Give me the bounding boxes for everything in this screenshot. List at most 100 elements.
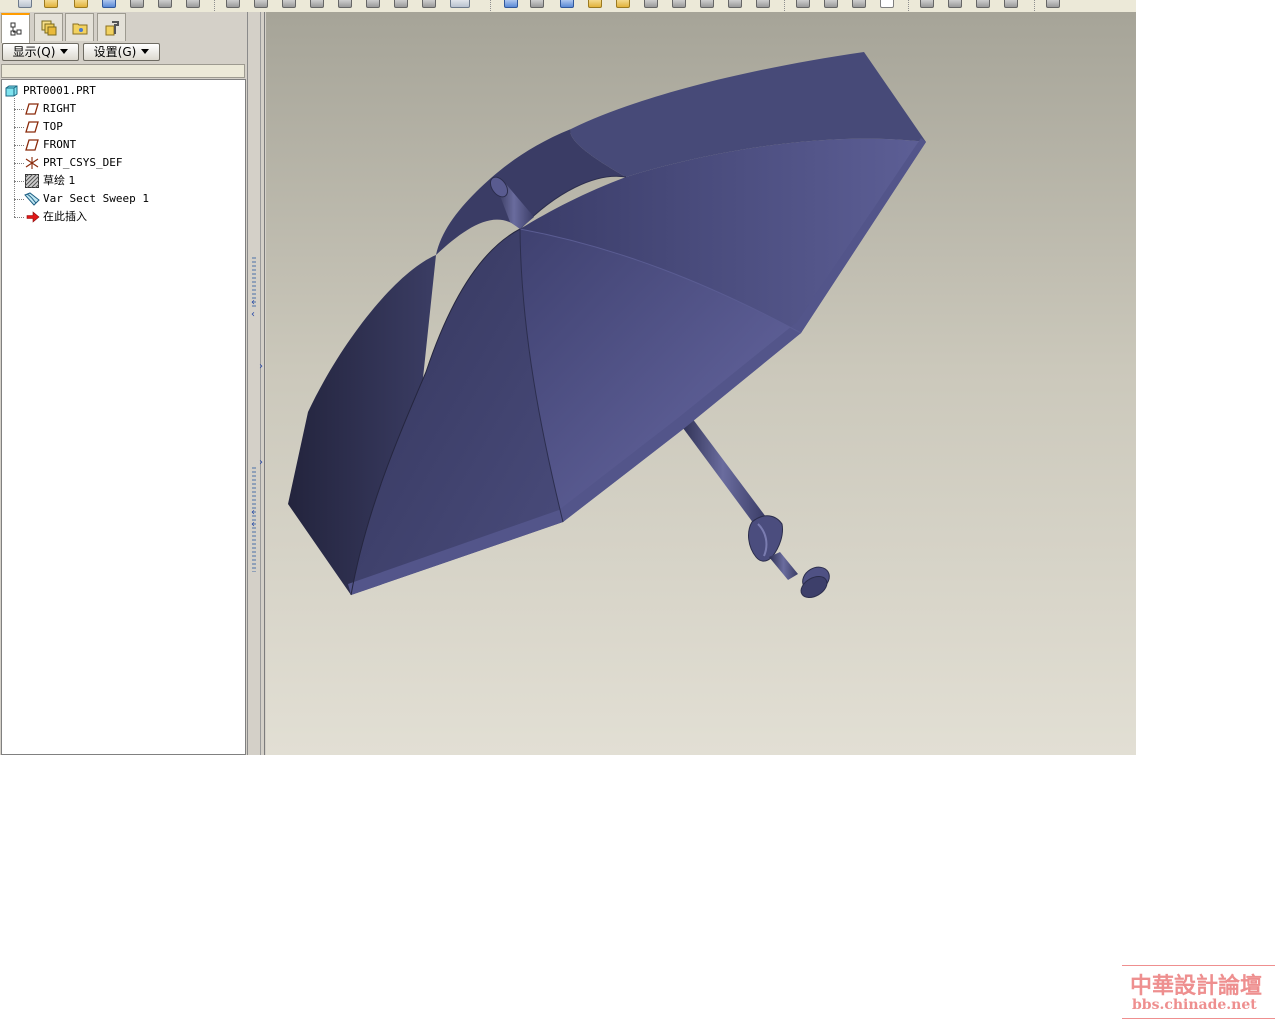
splitter-edge — [264, 12, 265, 755]
toolbar-separator — [1034, 0, 1036, 11]
shading-icon[interactable] — [880, 0, 894, 8]
toolbar-separator — [908, 0, 910, 11]
layers-icon — [41, 20, 57, 36]
tree-item-front[interactable]: FRONT — [2, 137, 242, 153]
saved-views-icon[interactable] — [700, 0, 714, 8]
tree-header-bar — [1, 64, 245, 78]
umbrella-canopy[interactable] — [288, 52, 926, 596]
tools-icon — [105, 21, 119, 36]
datum-planes-toggle-icon[interactable] — [920, 0, 934, 8]
regenerate-icon[interactable] — [158, 0, 172, 8]
tree-item-label: RIGHT — [43, 102, 77, 115]
proe-application-window: 显示(Q) 设置(G) PRT0001.PRT RIGHT TOP FRONT … — [0, 0, 1136, 755]
copy-icon[interactable] — [310, 0, 324, 8]
watermark-title: 中華設計論壇 — [1130, 974, 1263, 999]
folder-icon — [72, 23, 88, 35]
tree-item-label: 在此插入 — [43, 210, 87, 223]
dropdown-arrow-icon — [60, 49, 69, 54]
splitter-edge — [260, 12, 261, 755]
folder-browser-tab[interactable] — [65, 13, 94, 41]
var-sect-sweep-icon — [24, 192, 40, 206]
find-icon[interactable] — [394, 0, 408, 8]
collapse-left-icon[interactable]: ‹ — [251, 520, 255, 530]
csys-toggle-icon[interactable] — [1004, 0, 1018, 8]
link-icon[interactable] — [186, 0, 200, 8]
reorient-icon[interactable] — [672, 0, 686, 8]
settings-menu-button[interactable]: 设置(G) — [83, 43, 160, 61]
open-file-icon[interactable] — [44, 0, 58, 8]
toolbar-separator — [490, 0, 492, 11]
watermark-border — [1122, 965, 1275, 966]
view-manager-icon[interactable] — [756, 0, 770, 8]
tree-item-label: 草绘 1 — [43, 174, 76, 187]
favorites-tab[interactable] — [97, 13, 126, 41]
tree-item-label: PRT_CSYS_DEF — [43, 156, 123, 169]
part-icon — [5, 85, 18, 97]
watermark-url: bbs.chinade.net — [1132, 997, 1257, 1013]
collapse-left-icon[interactable]: ‹ — [251, 310, 255, 320]
tree-item-sketch-1[interactable]: 草绘 1 — [2, 173, 242, 189]
toolbar-separator — [214, 0, 216, 11]
zoom-in-icon[interactable] — [588, 0, 602, 8]
toolbar-separator — [784, 0, 786, 11]
model-tree-tab[interactable] — [1, 13, 30, 43]
tree-item-label: PRT0001.PRT — [23, 84, 96, 97]
hidden-line-icon[interactable] — [824, 0, 838, 8]
save-icon[interactable] — [74, 0, 88, 8]
new-file-icon[interactable] — [18, 0, 32, 8]
paste-special-icon[interactable] — [366, 0, 380, 8]
show-menu-label: 显示(Q) — [12, 45, 56, 59]
layers-toolbar-icon[interactable] — [728, 0, 742, 8]
datum-plane-icon — [25, 121, 39, 133]
layer-tab[interactable] — [34, 13, 63, 41]
paste-icon[interactable] — [338, 0, 352, 8]
refit-icon[interactable] — [644, 0, 658, 8]
umbrella-3d-model[interactable] — [266, 12, 1136, 755]
dropdown-arrow-icon — [141, 49, 150, 54]
navigator-panel: 显示(Q) 设置(G) PRT0001.PRT RIGHT TOP FRONT … — [0, 12, 247, 755]
tree-item-label: TOP — [43, 120, 63, 133]
datum-plane-icon — [25, 103, 39, 115]
tree-item-prt0001[interactable]: PRT0001.PRT — [2, 83, 242, 99]
expand-right-icon[interactable]: › — [259, 362, 263, 372]
tree-item-prt-csys-def[interactable]: PRT_CSYS_DEF — [2, 155, 242, 171]
datum-points-toggle-icon[interactable] — [976, 0, 990, 8]
show-menu-button[interactable]: 显示(Q) — [2, 43, 79, 61]
tree-item-label: Var Sect Sweep 1 — [43, 192, 149, 205]
spin-center-icon[interactable] — [530, 0, 544, 8]
context-help-icon[interactable] — [1046, 0, 1060, 8]
model-tree[interactable]: PRT0001.PRT RIGHT TOP FRONT PRT_CSYS_DEF… — [1, 79, 246, 755]
select-box-icon[interactable] — [450, 0, 470, 8]
collapse-left-icon[interactable]: ‹ — [251, 298, 255, 308]
zoom-out-icon[interactable] — [616, 0, 630, 8]
umbrella-handle[interactable] — [680, 418, 834, 602]
coordinate-system-icon — [25, 157, 39, 169]
forum-watermark: 中華設計論壇 bbs.chinade.net — [1122, 965, 1275, 1019]
repaint-icon[interactable] — [504, 0, 518, 8]
tree-item-insert-here[interactable]: 在此插入 — [2, 209, 242, 225]
email-icon[interactable] — [130, 0, 144, 8]
tree-item-var-sect-sweep-1[interactable]: Var Sect Sweep 1 — [2, 191, 242, 207]
tree-item-label: FRONT — [43, 138, 77, 151]
graphics-window[interactable] — [266, 12, 1136, 755]
redo-icon[interactable] — [254, 0, 268, 8]
binoculars-icon[interactable] — [422, 0, 436, 8]
tree-item-right[interactable]: RIGHT — [2, 101, 242, 117]
model-tree-icon — [10, 22, 22, 36]
orient-mode-icon[interactable] — [560, 0, 574, 8]
watermark-border — [1122, 1018, 1275, 1019]
tree-item-top[interactable]: TOP — [2, 119, 242, 135]
undo-icon[interactable] — [226, 0, 240, 8]
settings-menu-label: 设置(G) — [93, 45, 137, 59]
sketch-icon — [25, 174, 39, 188]
collapse-left-icon[interactable]: ‹ — [251, 508, 255, 518]
panel-splitter[interactable]: ‹ ‹ › › ‹ ‹ — [247, 12, 266, 755]
expand-right-icon[interactable]: › — [259, 458, 263, 468]
print-icon[interactable] — [102, 0, 116, 8]
no-hidden-icon[interactable] — [852, 0, 866, 8]
cut-icon[interactable] — [282, 0, 296, 8]
datum-axes-toggle-icon[interactable] — [948, 0, 962, 8]
insert-here-arrow-icon — [26, 211, 40, 223]
wireframe-icon[interactable] — [796, 0, 810, 8]
datum-plane-icon — [25, 139, 39, 151]
